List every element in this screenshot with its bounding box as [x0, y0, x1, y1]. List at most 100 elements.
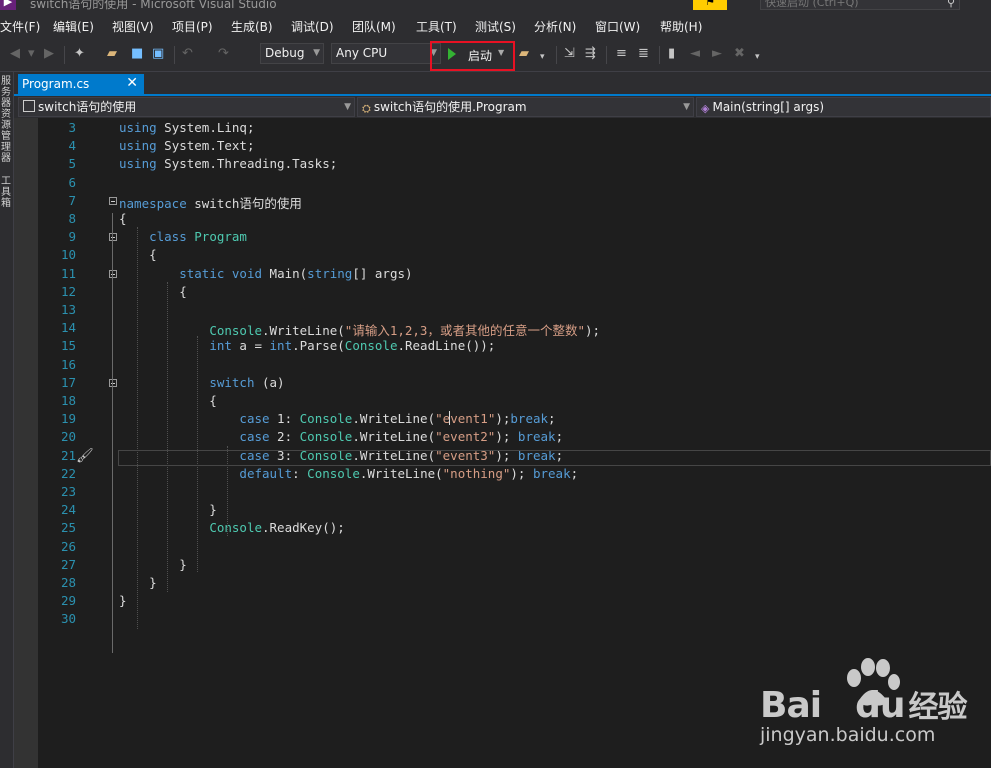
code-token: );	[584, 323, 601, 339]
code-token: Console	[209, 323, 262, 339]
code-line[interactable]: 10 {	[14, 247, 991, 265]
undo-icon[interactable]: ↶	[182, 46, 193, 61]
clear-bookmarks-icon[interactable]: ✖	[734, 46, 745, 61]
code-line[interactable]: 26	[14, 539, 991, 557]
step-into-icon[interactable]: ⇲	[564, 46, 575, 61]
code-line[interactable]: 15 int a = int.Parse(Console.ReadLine())…	[14, 338, 991, 356]
code-line[interactable]: 14 Console.WriteLine("请输入1,2,3，或者其他的任意一个…	[14, 320, 991, 338]
line-number: 27	[60, 556, 76, 572]
code-token: default	[239, 465, 293, 481]
save-icon[interactable]: ■	[131, 46, 143, 61]
previous-bookmark-icon[interactable]: ◄	[690, 46, 700, 61]
notification-flag-icon[interactable]: ⚑	[693, 0, 727, 10]
bookmark-icon[interactable]: ▮	[668, 46, 675, 61]
code-line[interactable]: 4 using System.Text;	[14, 138, 991, 156]
close-icon[interactable]: ✕	[126, 75, 138, 91]
member-dropdown[interactable]: ◈ Main(string[] args)	[696, 97, 991, 117]
code-line[interactable]: 6	[14, 175, 991, 193]
navigate-forward-icon[interactable]: ▶	[44, 46, 54, 61]
menu-help[interactable]: 帮助(H)	[660, 18, 702, 35]
code-line[interactable]: 12 {	[14, 284, 991, 302]
menu-test[interactable]: 测试(S)	[475, 18, 516, 35]
collapse-toggle-icon[interactable]	[109, 378, 117, 387]
code-line[interactable]: 8{	[14, 211, 991, 229]
indent-guide	[137, 227, 139, 629]
current-line-highlight	[118, 450, 991, 466]
menu-file[interactable]: 文件(F)	[0, 18, 40, 35]
toolbar-overflow-icon[interactable]: ▾	[540, 52, 545, 62]
code-line[interactable]: 23	[14, 484, 991, 502]
chevron-down-icon: ▼	[683, 102, 690, 112]
line-number: 8	[68, 211, 76, 226]
code-token: 1:	[269, 411, 300, 427]
code-line[interactable]: 11 static void Main(string[] args)	[14, 266, 991, 284]
open-file-icon[interactable]: ▰	[107, 46, 117, 61]
code-line[interactable]: 29}	[14, 593, 991, 611]
menu-view[interactable]: 视图(V)	[112, 18, 154, 35]
code-line[interactable]: 5 using System.Threading.Tasks;	[14, 156, 991, 174]
code-token: int	[269, 338, 293, 354]
project-dropdown[interactable]: switch语句的使用 ▼	[18, 97, 355, 117]
menu-team[interactable]: 团队(M)	[352, 18, 396, 35]
code-line[interactable]: 30	[14, 611, 991, 629]
toolbar-overflow-icon[interactable]: ▾	[755, 52, 760, 62]
menu-debug[interactable]: 调试(D)	[291, 18, 334, 35]
line-number: 26	[60, 538, 76, 554]
menu-edit[interactable]: 编辑(E)	[53, 18, 94, 35]
code-line[interactable]: 13	[14, 302, 991, 320]
redo-icon[interactable]: ↷	[218, 46, 229, 61]
line-number: 18	[60, 393, 76, 408]
code-token: System.Threading.Tasks;	[156, 156, 338, 172]
menu-tools[interactable]: 工具(T)	[416, 18, 457, 35]
collapse-toggle-icon[interactable]	[109, 196, 117, 205]
platform-value: Any CPU	[336, 46, 388, 60]
menu-build[interactable]: 生成(B)	[231, 18, 273, 35]
code-line[interactable]: 19 case 1: Console.WriteLine("event1");b…	[14, 411, 991, 429]
code-line[interactable]: 25 Console.ReadKey();	[14, 520, 991, 538]
step-over-icon[interactable]: ⇶	[585, 46, 596, 61]
tab-program-cs[interactable]: Program.cs ✕	[18, 74, 144, 94]
menu-project[interactable]: 项目(P)	[172, 18, 213, 35]
configuration-select[interactable]: Debug ▼	[260, 43, 324, 64]
code-line[interactable]: 28 }	[14, 575, 991, 593]
code-token: {	[119, 283, 187, 299]
server-explorer-tab[interactable]: 服务器资源管理器	[1, 76, 13, 164]
quick-actions-icon[interactable]: 🖌	[76, 448, 94, 464]
line-number: 29	[60, 593, 76, 609]
navigate-back-icon[interactable]: ◀	[10, 46, 20, 61]
toolbar-separator	[174, 46, 175, 64]
menu-analyze[interactable]: 分析(N)	[534, 18, 576, 35]
start-debugging-button[interactable]: 启动 ▼	[430, 41, 515, 71]
save-all-icon[interactable]: ▣	[152, 46, 164, 61]
chevron-down-icon[interactable]: ▼	[498, 48, 504, 57]
dropdown-arrow-icon[interactable]: ▾	[28, 46, 35, 61]
code-line[interactable]: 17 switch (a)	[14, 375, 991, 393]
code-line[interactable]: 18 {	[14, 393, 991, 411]
class-dropdown[interactable]: ⛭ switch语句的使用.Program ▼	[357, 97, 694, 117]
code-line[interactable]: 27 }	[14, 557, 991, 575]
platform-select[interactable]: Any CPU ▼	[331, 43, 441, 64]
collapse-toggle-icon[interactable]	[109, 269, 117, 278]
code-line[interactable]: 20 case 2: Console.WriteLine("event2"); …	[14, 429, 991, 447]
code-line[interactable]: 22 default: Console.WriteLine("nothing")…	[14, 466, 991, 484]
code-token: static	[179, 265, 225, 281]
menu-window[interactable]: 窗口(W)	[595, 18, 640, 35]
search-icon[interactable]: ⚲	[947, 0, 955, 11]
code-text: case 2: Console.WriteLine("event2"); bre…	[119, 429, 563, 444]
watermark-brand: Bai du 经验	[760, 685, 967, 726]
collapse-toggle-icon[interactable]	[109, 233, 117, 242]
indent-icon[interactable]: ≣	[638, 46, 649, 61]
outdent-icon[interactable]: ≡	[616, 46, 627, 61]
code-line[interactable]: 16	[14, 357, 991, 375]
line-number: 12	[60, 283, 76, 299]
code-line[interactable]: 24 }	[14, 502, 991, 520]
browse-icon[interactable]: ▰	[519, 46, 529, 61]
next-bookmark-icon[interactable]: ►	[712, 46, 722, 61]
code-line[interactable]: 9 class Program	[14, 229, 991, 247]
code-line[interactable]: 3 using System.Linq;	[14, 120, 991, 138]
code-line[interactable]: 7 namespace switch语句的使用	[14, 193, 991, 211]
configuration-value: Debug	[265, 46, 305, 60]
quick-launch-input[interactable]: 快速启动 (Ctrl+Q) ⚲	[760, 0, 960, 10]
toolbox-tab[interactable]: 工具箱	[1, 176, 13, 209]
new-project-icon[interactable]: ✦	[74, 46, 85, 61]
